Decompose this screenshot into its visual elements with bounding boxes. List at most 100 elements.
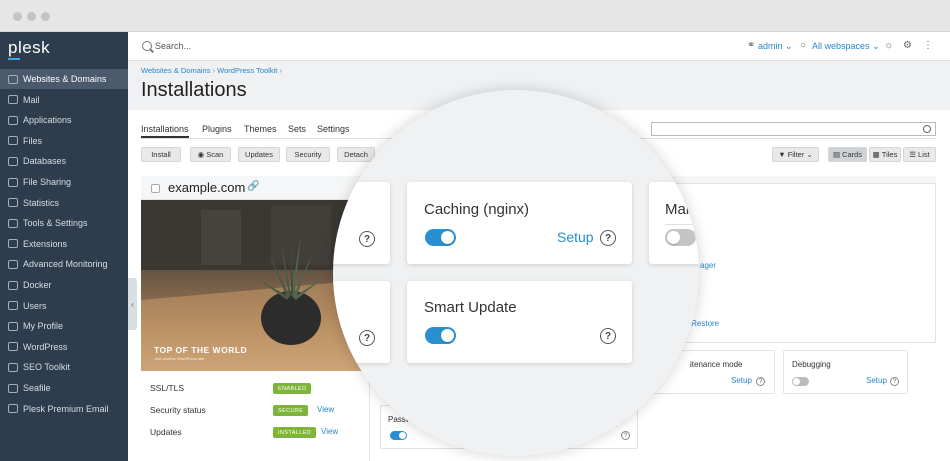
help-icon[interactable]: ? bbox=[359, 231, 375, 247]
site-screenshot[interactable]: TOP OF THE WORLD Just another WordPress … bbox=[141, 200, 365, 371]
sidebar-item-label: SEO Toolkit bbox=[23, 362, 70, 373]
chevron-left-icon: ‹ bbox=[131, 299, 134, 309]
search-icon bbox=[923, 125, 931, 133]
external-link-icon[interactable]: 🔗 bbox=[247, 181, 259, 192]
sidebar-item-label: File Sharing bbox=[23, 177, 72, 187]
tab-plugins[interactable]: Plugins bbox=[202, 124, 232, 134]
updates-status-badge: INSTALLED bbox=[273, 427, 317, 438]
maintenance-setup-link[interactable]: Setup bbox=[731, 376, 752, 385]
tiles-label: Tiles bbox=[881, 150, 898, 159]
security-view-link[interactable]: View bbox=[317, 405, 334, 414]
global-search-input[interactable]: Search... bbox=[155, 41, 191, 51]
smart-update-help-icon[interactable]: ? bbox=[600, 328, 616, 344]
security-button[interactable]: Security bbox=[286, 147, 330, 162]
manager-link[interactable]: ager bbox=[700, 261, 716, 270]
scan-button[interactable]: ◉ Scan bbox=[190, 147, 231, 162]
sidebar-item-users[interactable]: Users bbox=[0, 296, 128, 316]
scan-label: Scan bbox=[206, 150, 224, 159]
caching-toggle[interactable] bbox=[425, 229, 456, 246]
database-icon bbox=[8, 156, 18, 166]
magnifier-lens: ? ? Caching (nginx) Setup ? Smart Update… bbox=[333, 90, 699, 456]
sidebar-item-extensions[interactable]: Extensions bbox=[0, 234, 128, 254]
password-toggle[interactable] bbox=[390, 431, 407, 440]
view-tiles-button[interactable]: ▦ Tiles bbox=[869, 147, 901, 162]
sidebar-item-files[interactable]: Files bbox=[0, 131, 128, 151]
site-domain[interactable]: example.com bbox=[168, 180, 245, 195]
monitor-icon bbox=[8, 74, 18, 84]
updates-view-link[interactable]: View bbox=[321, 427, 338, 436]
tab-themes[interactable]: Themes bbox=[244, 124, 277, 134]
breadcrumb-websites-domains[interactable]: Websites & Domains bbox=[141, 66, 210, 75]
webspaces-label: All webspaces bbox=[812, 41, 870, 51]
caching-setup-link[interactable]: Setup bbox=[557, 229, 594, 245]
sidebar-item-applications[interactable]: Applications bbox=[0, 110, 128, 130]
tab-installations[interactable]: Installations bbox=[141, 124, 189, 138]
sidebar-item-databases[interactable]: Databases bbox=[0, 151, 128, 171]
detach-button[interactable]: Detach bbox=[337, 147, 375, 162]
security-status-label: Security status bbox=[150, 405, 206, 415]
logo-underline bbox=[8, 58, 20, 60]
sidebar-item-file-sharing[interactable]: File Sharing bbox=[0, 172, 128, 192]
sidebar-item-docker[interactable]: Docker bbox=[0, 275, 128, 295]
filter-button[interactable]: ▼ Filter ⌄ bbox=[772, 147, 819, 162]
plesk-logo[interactable]: plesk bbox=[8, 38, 50, 58]
sidebar-item-label: Users bbox=[23, 300, 47, 311]
sidebar-item-label: WordPress bbox=[23, 341, 68, 352]
email-icon bbox=[8, 404, 18, 414]
window-close-dot[interactable] bbox=[13, 12, 22, 21]
wordpress-icon bbox=[8, 342, 18, 352]
site-select-checkbox[interactable] bbox=[151, 184, 160, 193]
window-titlebar bbox=[0, 0, 950, 32]
webspaces-menu[interactable]: All webspaces ⌄ bbox=[812, 41, 880, 52]
tab-sets[interactable]: Sets bbox=[288, 124, 306, 134]
view-cards-button[interactable]: ▤ Cards bbox=[828, 147, 867, 162]
sidebar-item-label: My Profile bbox=[23, 321, 64, 332]
sidebar-item-wordpress[interactable]: WordPress bbox=[0, 337, 128, 357]
help-icon[interactable]: ⚙ bbox=[903, 41, 913, 51]
mail-icon bbox=[8, 95, 18, 105]
maintenance-mode-label: itenance mode bbox=[690, 360, 743, 369]
sidebar-item-label: Mail bbox=[23, 94, 40, 105]
sidebar-item-label: Plesk Premium Email bbox=[23, 403, 109, 414]
password-help-icon[interactable]: ? bbox=[621, 431, 630, 440]
window-minimize-dot[interactable] bbox=[27, 12, 36, 21]
debugging-help-icon[interactable]: ? bbox=[890, 377, 899, 386]
debugging-toggle[interactable] bbox=[792, 377, 809, 386]
sidebar-item-statistics[interactable]: Statistics bbox=[0, 193, 128, 213]
caching-title: Caching (nginx) bbox=[424, 201, 530, 218]
more-menu-icon[interactable]: ⋮ bbox=[923, 41, 933, 51]
users-icon bbox=[8, 301, 18, 311]
installations-search-input[interactable] bbox=[651, 122, 936, 136]
statistics-icon bbox=[8, 198, 18, 208]
tiles-icon: ▦ bbox=[872, 150, 880, 159]
debugging-setup-link[interactable]: Setup bbox=[866, 376, 887, 385]
breadcrumb-wordpress-toolkit[interactable]: WordPress Toolkit bbox=[217, 66, 277, 75]
sidebar-item-seafile[interactable]: Seafile bbox=[0, 378, 128, 398]
help-icon[interactable]: ? bbox=[359, 330, 375, 346]
updates-button[interactable]: Updates bbox=[238, 147, 280, 162]
install-button[interactable]: Install bbox=[141, 147, 181, 162]
tab-settings[interactable]: Settings bbox=[317, 124, 350, 134]
caching-help-icon[interactable]: ? bbox=[600, 230, 616, 246]
sidebar-item-websites-domains[interactable]: Websites & Domains bbox=[0, 69, 128, 89]
updates-label: Updates bbox=[150, 427, 182, 437]
notifications-icon[interactable]: ☼ bbox=[884, 41, 894, 51]
user-menu[interactable]: admin ⌄ bbox=[758, 41, 793, 52]
sidebar-item-seo-toolkit[interactable]: SEO Toolkit bbox=[0, 357, 128, 377]
smart-update-title: Smart Update bbox=[424, 299, 517, 316]
view-list-button[interactable]: ☰ List bbox=[903, 147, 936, 162]
breadcrumb: Websites & Domains › WordPress Toolkit › bbox=[141, 66, 282, 75]
sidebar-item-my-profile[interactable]: My Profile bbox=[0, 316, 128, 336]
sidebar-item-label: Seafile bbox=[23, 383, 51, 393]
window-maximize-dot[interactable] bbox=[41, 12, 50, 21]
sidebar-item-advanced-monitoring[interactable]: Advanced Monitoring bbox=[0, 254, 128, 274]
smart-update-toggle[interactable] bbox=[425, 327, 456, 344]
maintenance-toggle[interactable] bbox=[665, 229, 696, 246]
files-icon bbox=[8, 136, 18, 146]
sidebar-item-plesk-premium-email[interactable]: Plesk Premium Email bbox=[0, 399, 128, 419]
sidebar-collapse-button[interactable]: ‹ bbox=[128, 278, 137, 330]
sidebar-item-label: Statistics bbox=[23, 197, 60, 208]
maintenance-help-icon[interactable]: ? bbox=[756, 377, 765, 386]
sidebar-item-tools-settings[interactable]: Tools & Settings bbox=[0, 213, 128, 233]
sidebar-item-mail[interactable]: Mail bbox=[0, 90, 128, 110]
